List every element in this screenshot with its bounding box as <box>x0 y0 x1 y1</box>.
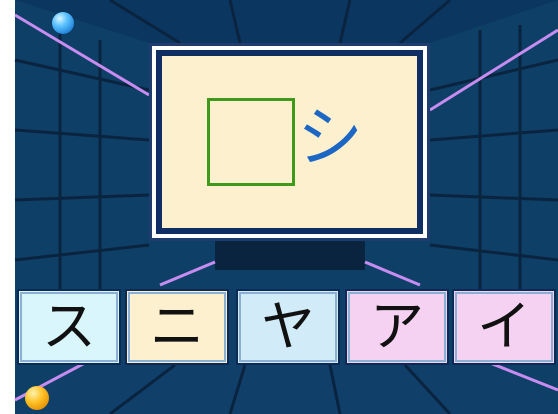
orange-orb-icon <box>25 386 49 410</box>
answer-slot[interactable] <box>207 98 295 186</box>
right-wall-grid <box>429 25 558 290</box>
choice-label: ス <box>42 295 96 358</box>
question-card-inner: シ <box>156 50 423 234</box>
choice-tile-4[interactable]: ア <box>345 289 449 365</box>
choice-tile-5[interactable]: イ <box>452 289 556 365</box>
left-wall-grid <box>14 30 150 290</box>
tunnel-ceiling <box>15 0 558 43</box>
choice-label: ア <box>370 295 424 358</box>
choice-label: ニ <box>150 295 204 358</box>
choice-tile-1[interactable]: ス <box>17 289 121 365</box>
question-card: シ <box>149 43 430 241</box>
choice-label: イ <box>477 295 531 358</box>
given-kana: シ <box>297 99 363 176</box>
blue-orb-icon <box>52 12 74 34</box>
choice-label: ヤ <box>261 295 315 358</box>
game-stage: シ ス ニ ヤ ア イ <box>0 0 558 414</box>
choice-tile-3[interactable]: ヤ <box>236 289 340 365</box>
choice-tile-2[interactable]: ニ <box>125 289 229 365</box>
